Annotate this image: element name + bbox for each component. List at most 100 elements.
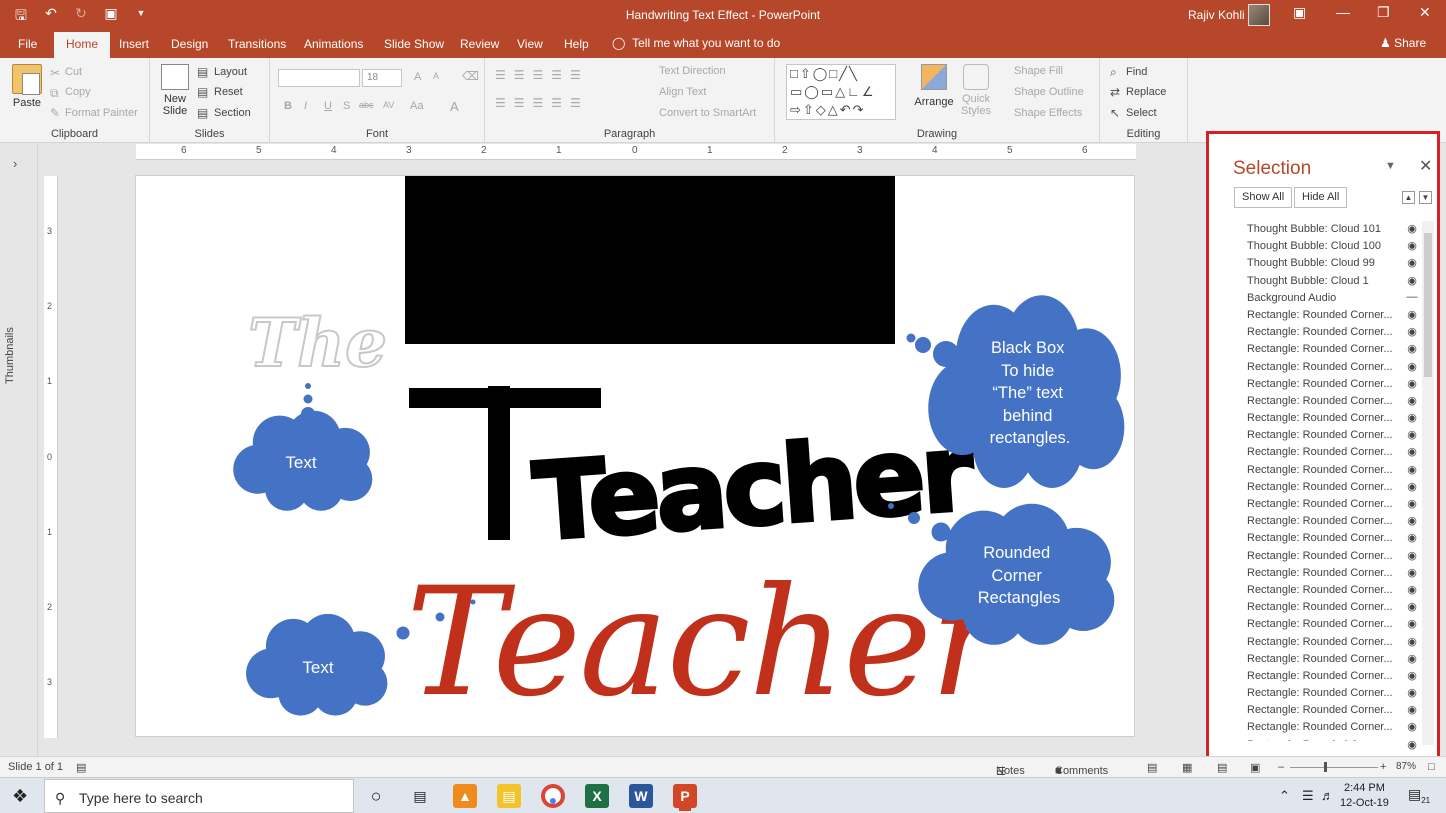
slideshow-view-icon[interactable]: ▣ [1250,761,1260,774]
eye-icon[interactable]: ◉ [1404,273,1420,290]
eye-icon[interactable]: ◉ [1404,702,1420,719]
find-button[interactable]: Find [1126,66,1147,78]
user-name[interactable]: Rajiv Kohli [1188,8,1245,22]
grow-font-button[interactable]: A [414,71,421,83]
selection-scroll-thumb[interactable] [1424,233,1432,377]
network-icon[interactable]: ☰ [1302,788,1314,804]
selection-list-scrollbar[interactable] [1422,221,1434,745]
selection-list-item[interactable]: Rectangle: Rounded Corner... [1247,393,1412,410]
eye-icon[interactable]: ◉ [1404,307,1420,324]
tab-home[interactable]: Home [54,32,111,58]
shrink-font-button[interactable]: A [433,71,439,81]
vertical-ruler[interactable]: 3 2 1 0 1 2 3 [44,176,58,738]
selection-list-item[interactable]: Rectangle: Rounded Corner... [1247,530,1412,547]
notification-icon[interactable]: ▤21 [1408,786,1430,805]
t-stem-shape[interactable] [488,386,510,540]
selection-list-item[interactable]: Rectangle: Rounded Corner... [1247,565,1412,582]
eye-icon[interactable]: ◉ [1404,410,1420,427]
zoom-out-icon[interactable]: – [1278,761,1284,773]
shape-outline-button[interactable]: Shape Outline [1014,86,1084,98]
selection-list-item[interactable]: Rectangle: Rounded Corner... [1247,599,1412,616]
slide-sorter-icon[interactable]: ▦ [1182,761,1192,774]
underline-button[interactable]: U [324,100,332,112]
avatar[interactable] [1248,4,1270,26]
windows-start-icon[interactable]: ❖ [12,786,28,807]
selection-list-item[interactable]: Rectangle: Rounded Corner... [1247,513,1412,530]
reading-view-icon[interactable]: ▤ [1217,761,1227,774]
selection-list-item[interactable]: Rectangle: Rounded Corner... [1247,341,1412,358]
eye-icon[interactable]: ◉ [1404,359,1420,376]
tab-transitions[interactable]: Transitions [228,37,286,51]
selection-list-item[interactable]: Thought Bubble: Cloud 1 [1247,273,1412,290]
tab-insert[interactable]: Insert [119,37,149,51]
selection-list-item[interactable]: Thought Bubble: Cloud 99 [1247,255,1412,272]
eye-icon[interactable]: ◉ [1404,462,1420,479]
selection-list-item[interactable]: Rectangle: Rounded Corner... [1247,444,1412,461]
selection-list-item[interactable]: Rectangle: Rounded Corner... [1247,376,1412,393]
eye-icon[interactable]: ◉ [1404,513,1420,530]
vlc-icon[interactable]: ▲ [453,784,477,808]
eye-icon[interactable]: ◉ [1404,341,1420,358]
zoom-slider-thumb[interactable] [1324,762,1327,772]
system-clock[interactable]: 2:44 PM 12-Oct-19 [1340,781,1389,811]
select-button[interactable]: Select [1126,107,1157,119]
selection-list-item[interactable]: Rectangle: Rounded Corner... [1247,307,1412,324]
eye-icon[interactable]: ◉ [1404,565,1420,582]
task-view-icon[interactable]: ▤ [408,784,432,808]
text-direction-button[interactable]: Text Direction [659,65,726,77]
reset-button[interactable]: Reset [214,86,243,98]
eye-icon[interactable]: ◉ [1404,651,1420,668]
excel-icon[interactable]: X [585,784,609,808]
align-text-button[interactable]: Align Text [659,86,707,98]
arrange-button[interactable]: Arrange [913,64,955,108]
tab-slide-show[interactable]: Slide Show [384,37,444,51]
selection-list-item[interactable]: Thought Bubble: Cloud 101 [1247,221,1412,238]
thumbnails-label[interactable]: Thumbnails [4,327,16,384]
selection-list-item[interactable]: Rectangle: Rounded Corner... [1247,462,1412,479]
selection-list-item[interactable]: Rectangle: Rounded Corner... [1247,496,1412,513]
italic-button[interactable]: I [304,100,307,112]
quick-styles-button[interactable]: Quick Styles [957,64,995,117]
selection-list-item[interactable]: Background Audio [1247,290,1412,307]
layout-button[interactable]: Layout [214,66,247,78]
selection-list-item[interactable]: Rectangle: Rounded Corner... [1247,719,1412,736]
selection-list-item[interactable]: Rectangle: Rounded Corner... [1247,685,1412,702]
eye-icon[interactable]: ◉ [1404,634,1420,651]
eye-icon[interactable]: ◉ [1404,479,1420,496]
chrome-icon[interactable]: ● [541,784,565,808]
send-backward-icon[interactable]: ▼ [1419,191,1432,204]
selection-list-item[interactable]: Thought Bubble: Cloud 100 [1247,238,1412,255]
new-slide-button[interactable]: New Slide [158,64,192,117]
eye-icon[interactable]: ◉ [1404,719,1420,736]
eye-icon[interactable]: ◉ [1404,599,1420,616]
share-button[interactable]: ♟ Share [1380,36,1426,50]
convert-smartart-button[interactable]: Convert to SmartArt [659,107,756,119]
list-icons[interactable]: ☰☰☰☰☰ [495,68,589,82]
selection-list-item[interactable]: Rectangle: Rounded Corner... [1247,737,1412,741]
eye-icon[interactable]: ◉ [1404,737,1420,754]
replace-button[interactable]: Replace [1126,86,1166,98]
fit-slide-icon[interactable]: □ [1428,761,1435,773]
selection-list-item[interactable]: Rectangle: Rounded Corner... [1247,702,1412,719]
show-all-button[interactable]: Show All [1234,187,1293,208]
tab-file[interactable]: File [18,37,37,51]
bring-forward-icon[interactable]: ▲ [1402,191,1415,204]
pane-options-icon[interactable]: ▼ [1385,160,1396,172]
thought-bubble-text-1[interactable] [233,383,373,511]
eye-icon[interactable]: ◉ [1404,668,1420,685]
eye-icon[interactable]: ◉ [1404,221,1420,238]
selection-list-item[interactable]: Rectangle: Rounded Corner... [1247,479,1412,496]
copy-button[interactable]: Copy [65,86,91,98]
eye-icon[interactable]: ◉ [1404,393,1420,410]
tray-chevron-icon[interactable]: ⌃ [1279,788,1290,804]
eye-icon[interactable]: ◉ [1404,530,1420,547]
eye-icon[interactable]: ◉ [1404,582,1420,599]
shapes-gallery[interactable]: □⇧◯□╱╲ ▭◯▭△∟∠ ⇨⇧◇△↶↷ [786,64,896,120]
selection-list-item[interactable]: Rectangle: Rounded Corner... [1247,359,1412,376]
font-name-input[interactable] [278,69,360,87]
minimize-icon[interactable]: — [1336,4,1350,20]
selection-list-item[interactable]: Rectangle: Rounded Corner... [1247,651,1412,668]
change-case-button[interactable]: Aa [410,100,423,112]
font-color-button[interactable]: A [450,99,459,114]
expand-thumbnails-icon[interactable]: › [13,156,17,171]
